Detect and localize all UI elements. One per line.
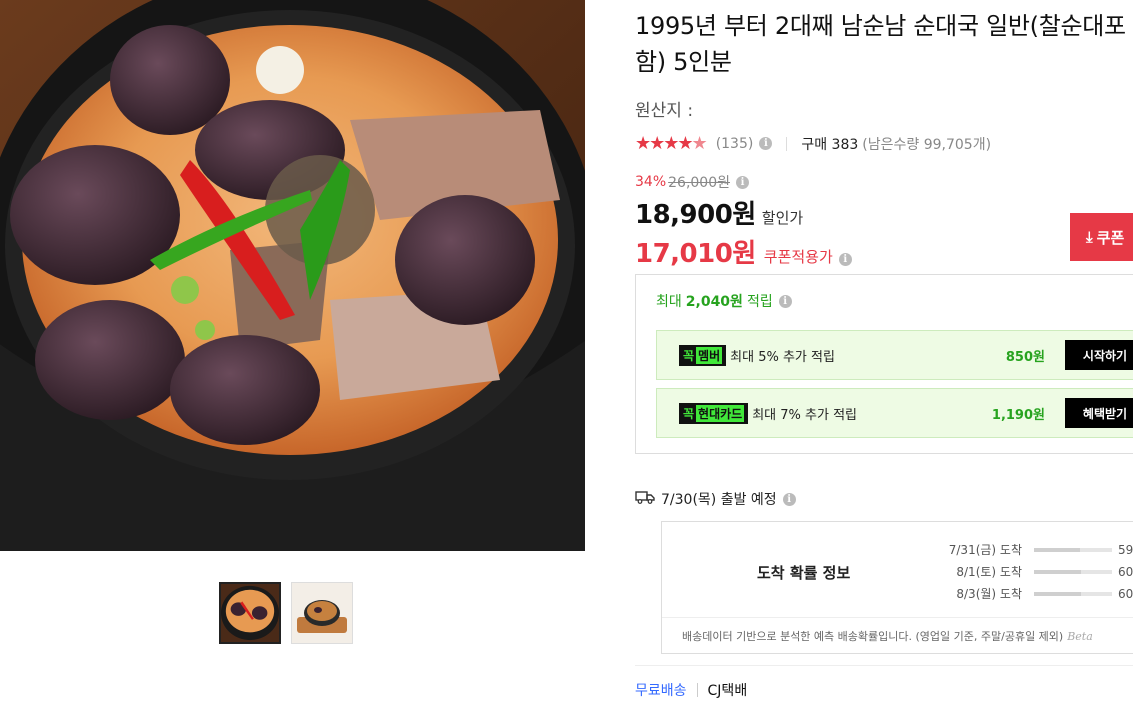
reward-item-member: 꼭 멤버 최대 5% 추가 적립 850원 시작하기 [656, 330, 1133, 380]
badge-k: 꼭 [683, 406, 695, 421]
thumbnail-2[interactable] [291, 582, 353, 644]
arrival-row: 8/3(월) 도착 60 [932, 585, 1133, 602]
badge-t: 멤버 [696, 346, 723, 364]
product-main-image [0, 0, 585, 551]
arrival-title: 도착 확률 정보 [757, 564, 851, 582]
download-icon: ⤓ [1086, 228, 1093, 246]
reward-item-text: 최대 7% 추가 적립 [752, 407, 857, 423]
stock-remaining: (남은수량 99,705개) [862, 136, 992, 153]
rating-stars[interactable]: ★★★★★ [635, 133, 708, 154]
coupon-row: 17,010원 쿠폰적용가 i [635, 233, 1133, 270]
info-icon[interactable]: i [778, 294, 792, 308]
reward-item-text: 최대 5% 추가 적립 [730, 349, 835, 365]
info-icon[interactable]: i [759, 137, 773, 150]
arrival-row: 7/31(금) 도착 59 [932, 541, 1133, 558]
coupon-download-button[interactable]: ⤓ 쿠폰 [1070, 213, 1133, 261]
arrival-date: 7/31(금) 도착 [948, 543, 1022, 557]
benefit-button[interactable]: 혜택받기 [1065, 398, 1133, 428]
beta-label: Beta [1067, 630, 1093, 643]
arrival-percent: 60 [1118, 564, 1133, 579]
origin-label: 원산지 : [635, 101, 694, 121]
ship-date: 7/30(목) 출발 예정 [661, 492, 777, 508]
member-badge: 꼭 멤버 [679, 344, 727, 366]
reward-head-prefix: 최대 [656, 294, 682, 310]
coupon-price: 17,010원 [635, 239, 756, 269]
arrival-date: 8/1(토) 도착 [956, 565, 1022, 579]
coupon-price-label: 쿠폰적용가 [763, 248, 833, 266]
product-title: 1995년 부터 2대째 남순남 순대국 일반(찰순대포함) 5인분 [635, 12, 1126, 76]
divider [786, 136, 788, 151]
divider [696, 683, 698, 697]
arrival-note-text: 배송데이터 기반으로 분석한 예측 배송확률입니다. (영업일 기준, 주말/공… [682, 630, 1064, 643]
divider [635, 665, 1133, 666]
truck-icon [635, 490, 655, 508]
reward-item-amount: 850원 [1005, 349, 1045, 365]
reward-head-amount: 2,040원 [685, 294, 743, 310]
info-icon[interactable]: i [782, 492, 796, 506]
thumbnail-1[interactable] [219, 582, 281, 644]
delivery-row: 무료배송 CJ택배 [635, 680, 747, 700]
arrival-date: 8/3(월) 도착 [956, 587, 1022, 601]
coupon-button-label: 쿠폰 [1096, 229, 1125, 247]
badge-k: 꼭 [683, 348, 695, 363]
arrival-bar [1034, 569, 1112, 574]
arrival-note: 배송데이터 기반으로 분석한 예측 배송확률입니다. (영업일 기준, 주말/공… [662, 617, 1133, 654]
stars-full: ★★★★ [635, 133, 694, 154]
discount-row: 34% 26,000원 i [635, 172, 1133, 192]
reward-box: 최대 2,040원 적립 i 꼭 멤버 최대 5% 추가 적립 850원 시작하기… [635, 274, 1133, 454]
review-count[interactable]: (135) [716, 136, 754, 152]
reward-item-amount: 1,190원 [991, 407, 1045, 423]
stars-half: ★ [691, 133, 708, 154]
carrier: CJ택배 [707, 683, 748, 699]
sale-price-label: 할인가 [761, 209, 804, 227]
info-icon[interactable]: i [838, 253, 852, 266]
discount-rate: 34% [635, 174, 667, 190]
ship-row: 7/30(목) 출발 예정 i [635, 489, 796, 509]
thumbnail-list [219, 582, 353, 644]
arrival-row: 8/1(토) 도착 60 [932, 563, 1133, 580]
sale-row: 18,900원 할인가 [635, 194, 1133, 231]
reward-item-card: 꼭 현대카드 최대 7% 추가 적립 1,190원 혜택받기 [656, 388, 1133, 438]
card-badge: 꼭 현대카드 [679, 402, 749, 424]
reward-head-suffix: 적립 [746, 294, 773, 310]
sale-price: 18,900원 [635, 200, 756, 230]
info-icon[interactable]: i [736, 175, 749, 189]
arrival-box: 도착 확률 정보 7/31(금) 도착 59 8/1(토) 도착 60 8/3(… [661, 521, 1133, 654]
start-button[interactable]: 시작하기 [1065, 340, 1133, 370]
arrival-percent: 59 [1118, 542, 1133, 557]
arrival-bar [1034, 591, 1112, 596]
product-info: 1995년 부터 2대째 남순남 순대국 일반(찰순대포함) 5인분 원산지 :… [635, 0, 1133, 699]
arrival-bar [1034, 547, 1112, 552]
purchase-count: 구매 383 [801, 136, 859, 153]
free-shipping: 무료배송 [635, 683, 687, 699]
arrival-percent: 60 [1118, 586, 1133, 601]
original-price: 26,000원 [668, 175, 730, 191]
badge-t: 현대카드 [696, 404, 745, 422]
rating-row: ★★★★★ (135) i 구매 383 (남은수량 99,705개) [635, 133, 1133, 154]
reward-head: 최대 2,040원 적립 i [656, 291, 1124, 311]
